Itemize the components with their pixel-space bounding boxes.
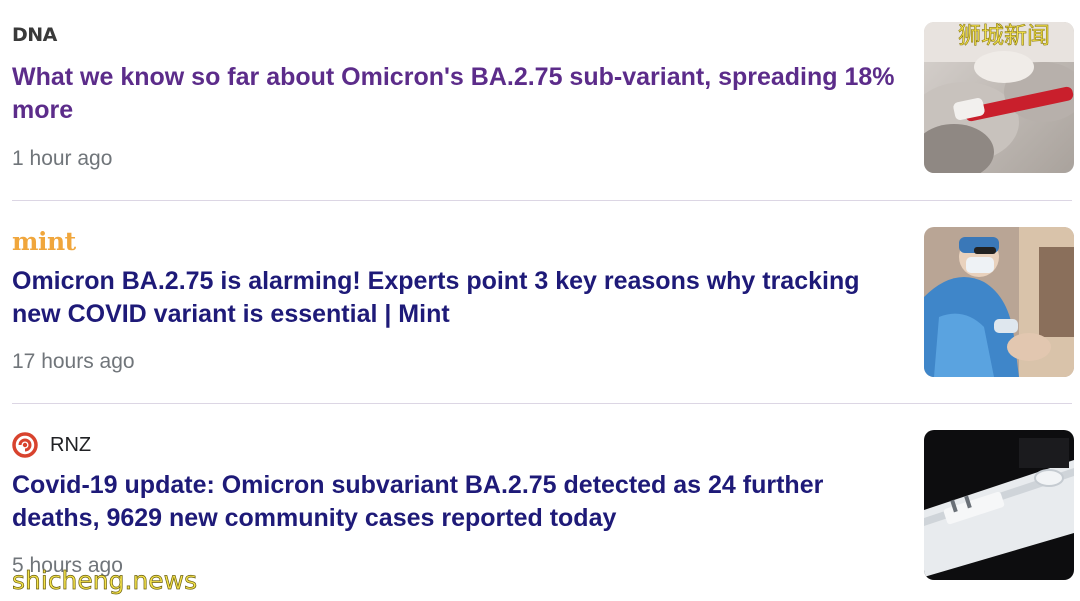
- source-label: DNA: [12, 24, 57, 46]
- timestamp: 1 hour ago: [12, 147, 113, 170]
- article-thumbnail[interactable]: [924, 227, 1074, 377]
- watermark-bottom: shicheng.news: [12, 566, 198, 596]
- health-worker-image: [924, 227, 1074, 377]
- rapid-antigen-test-image: [924, 430, 1074, 580]
- source-name: mint: [12, 227, 76, 256]
- headline-link[interactable]: Omicron BA.2.75 is alarming! Experts poi…: [12, 265, 902, 331]
- source-label: mint: [12, 227, 76, 256]
- timestamp: 17 hours ago: [12, 350, 135, 373]
- source-name: RNZ: [50, 433, 92, 456]
- watermark-top: 狮城新闻: [958, 23, 1051, 50]
- headline-link[interactable]: What we know so far about Omicron's BA.2…: [12, 61, 902, 127]
- rnz-logo-icon: [12, 432, 38, 458]
- source-name: DNA: [12, 24, 57, 46]
- news-feed: DNA What we know so far about Omicron's …: [0, 0, 1080, 601]
- source-label: RNZ: [12, 432, 91, 458]
- news-card[interactable]: DNA What we know so far about Omicron's …: [0, 0, 1080, 200]
- article-thumbnail[interactable]: [924, 430, 1074, 580]
- news-card[interactable]: mint Omicron BA.2.75 is alarming! Expert…: [0, 201, 1080, 403]
- headline-link[interactable]: Covid-19 update: Omicron subvariant BA.2…: [12, 469, 902, 535]
